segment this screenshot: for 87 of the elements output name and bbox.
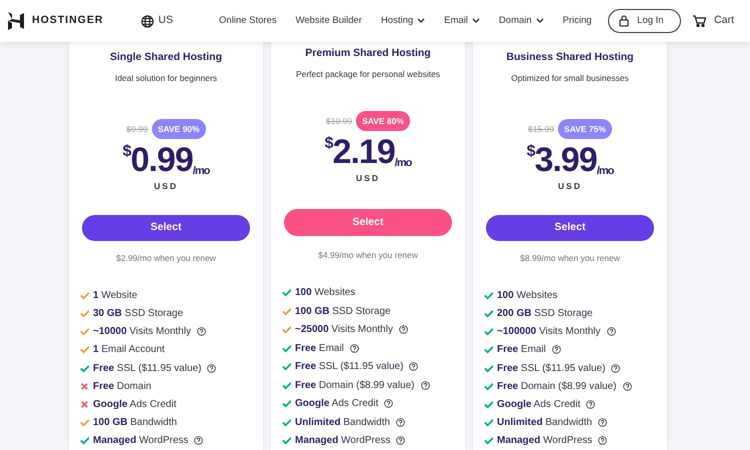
cart-icon bbox=[693, 15, 706, 27]
feature-text: 30 GB SSD Storage bbox=[93, 307, 184, 322]
select-button[interactable]: Select bbox=[486, 215, 654, 241]
lock-icon bbox=[619, 15, 630, 27]
cart-link[interactable]: Cart bbox=[693, 13, 734, 29]
help-icon[interactable] bbox=[196, 327, 206, 336]
discount-badge: SAVE 75% bbox=[558, 118, 612, 140]
old-price: $15.99 bbox=[528, 122, 554, 136]
feature-text: ~10000 Visits Monthly bbox=[93, 325, 191, 340]
help-icon[interactable] bbox=[598, 418, 608, 428]
price-period: /mo bbox=[394, 158, 412, 170]
help-icon[interactable] bbox=[398, 325, 408, 334]
feature-text: Free SSL ($11.95 value) bbox=[295, 360, 404, 374]
nav-link[interactable]: Pricing bbox=[562, 14, 592, 28]
feature-text: Google Ads Credit bbox=[93, 398, 176, 412]
currency-sign: $ bbox=[324, 136, 333, 152]
renew-price: $4.99/mo when you renew bbox=[318, 248, 418, 262]
plan-subtitle: Perfect package for personal websites bbox=[296, 68, 440, 80]
old-price: $10.99 bbox=[326, 114, 352, 128]
feature-text: Free SSL ($11.95 value) bbox=[497, 362, 606, 376]
help-icon[interactable] bbox=[420, 380, 430, 390]
login-button[interactable]: Log In bbox=[608, 9, 682, 33]
help-icon[interactable] bbox=[396, 436, 406, 446]
brand-name[interactable]: HOSTINGER bbox=[32, 13, 104, 29]
help-icon[interactable] bbox=[396, 418, 406, 427]
select-button[interactable]: Select bbox=[82, 215, 250, 241]
feature-text: Google Ads Credit bbox=[497, 398, 580, 412]
feature-text: 100 Websites bbox=[295, 286, 356, 300]
help-icon[interactable] bbox=[350, 344, 359, 353]
logo-icon[interactable] bbox=[8, 12, 24, 30]
help-icon[interactable] bbox=[606, 327, 616, 336]
feature-text: 1 Website bbox=[93, 288, 138, 303]
renew-price: $8.99/mo when you renew bbox=[520, 252, 620, 264]
nav-link[interactable]: Hosting bbox=[380, 14, 426, 28]
feature-text: Free Domain bbox=[93, 380, 152, 394]
help-icon[interactable] bbox=[622, 382, 632, 391]
nav-link[interactable]: Website Builder bbox=[296, 14, 362, 28]
feature-text: Free Domain ($8.99 value) bbox=[497, 380, 617, 394]
feature-text: 100 GB SSD Storage bbox=[295, 304, 391, 319]
feature-text: Free Domain ($8.99 value) bbox=[295, 378, 415, 393]
help-icon[interactable] bbox=[552, 345, 561, 354]
plan-title: Business Shared Hosting bbox=[506, 50, 634, 65]
feature-text: ~25000 Visits Monthly bbox=[295, 323, 393, 338]
currency-sign: $ bbox=[526, 144, 535, 160]
region-selector[interactable]: US bbox=[141, 13, 174, 29]
plan-subtitle: Ideal solution for beginners bbox=[114, 72, 218, 84]
price-period: /mo bbox=[192, 166, 210, 178]
feature-text: Managed WordPress bbox=[497, 434, 592, 448]
price-period: /mo bbox=[596, 166, 614, 178]
feature-text: 200 GB SSD Storage bbox=[497, 307, 593, 322]
help-icon[interactable] bbox=[207, 364, 216, 373]
currency-sign: $ bbox=[122, 144, 131, 160]
currency-label: USD bbox=[558, 180, 582, 193]
price: 0.99 bbox=[130, 143, 193, 178]
help-icon[interactable] bbox=[409, 362, 418, 372]
help-icon[interactable] bbox=[384, 399, 394, 408]
feature-text: Managed WordPress bbox=[93, 434, 188, 448]
price: 3.99 bbox=[534, 143, 597, 178]
feature-text: Free Email bbox=[295, 342, 344, 356]
help-icon[interactable] bbox=[586, 400, 596, 410]
feature-text: Free SSL ($11.95 value) bbox=[93, 362, 202, 376]
currency-label: USD bbox=[154, 180, 178, 193]
price: 2.19 bbox=[332, 135, 395, 170]
feature-text: Unlimited Bandwidth bbox=[295, 416, 390, 430]
feature-text: Managed WordPress bbox=[295, 434, 390, 448]
help-icon[interactable] bbox=[611, 364, 620, 373]
renew-price: $2.99/mo when you renew bbox=[116, 252, 216, 264]
plan-subtitle: Optimized for small businesses bbox=[511, 72, 629, 84]
plan-title: Premium Shared Hosting bbox=[305, 46, 431, 61]
nav-link[interactable]: Online Stores bbox=[219, 14, 277, 28]
discount-badge: SAVE 90% bbox=[152, 118, 206, 140]
feature-text: Google Ads Credit bbox=[295, 397, 378, 412]
feature-text: ~100000 Visits Monthly bbox=[497, 325, 601, 340]
feature-text: 100 Websites bbox=[497, 288, 558, 303]
help-icon[interactable] bbox=[598, 436, 608, 446]
nav-link[interactable]: Email bbox=[444, 14, 480, 28]
discount-badge: SAVE 80% bbox=[356, 110, 410, 132]
help-icon[interactable] bbox=[194, 436, 204, 446]
feature-text: Free Email bbox=[497, 343, 546, 358]
plan-title: Single Shared Hosting bbox=[110, 50, 222, 65]
feature-text: 100 GB Bandwidth bbox=[93, 416, 177, 430]
feature-text: Unlimited Bandwidth bbox=[497, 416, 592, 430]
old-price: $9.99 bbox=[126, 122, 148, 136]
globe-icon bbox=[141, 14, 154, 28]
currency-label: USD bbox=[356, 172, 380, 185]
nav-link[interactable]: Domain bbox=[498, 14, 544, 28]
feature-text: 1 Email Account bbox=[93, 343, 165, 358]
